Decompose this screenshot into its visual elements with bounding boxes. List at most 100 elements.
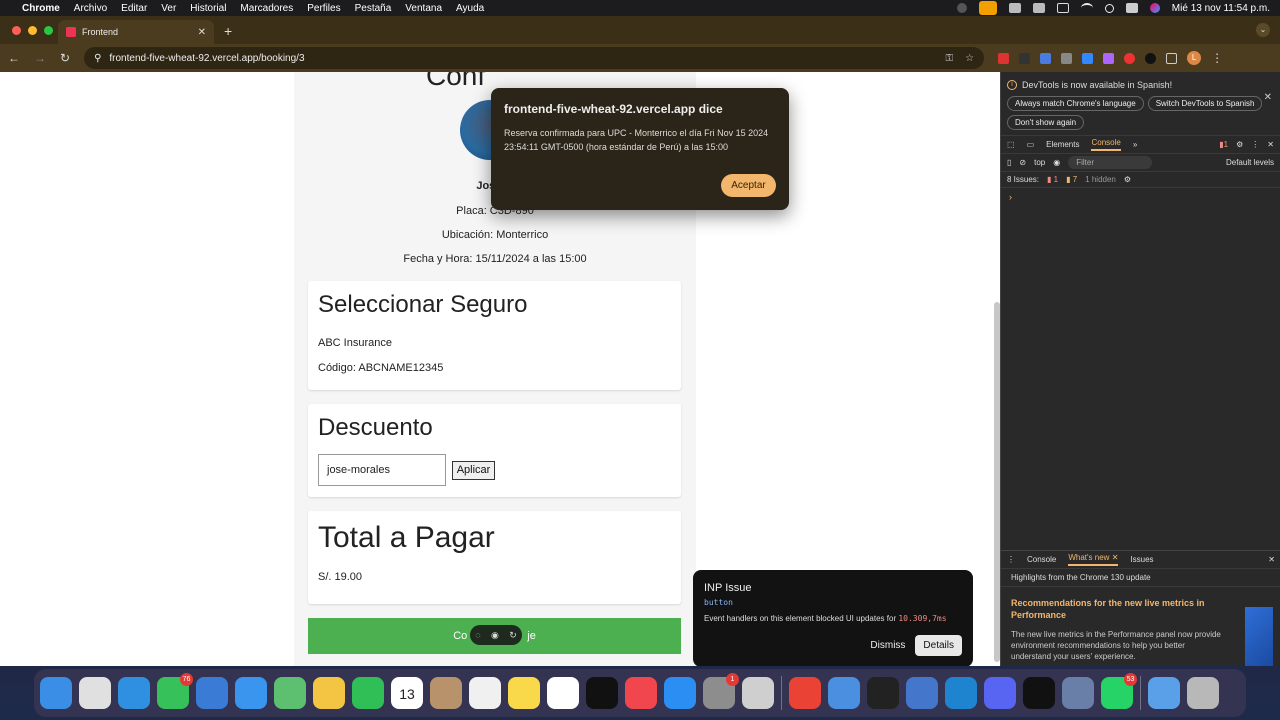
dock-simulator-icon[interactable] [828, 677, 860, 709]
menu-app-name[interactable]: Chrome [22, 3, 60, 14]
forward-icon[interactable]: → [34, 51, 46, 65]
drawer-menu-icon[interactable]: ⋮ [1007, 555, 1015, 564]
menu-extra-icon[interactable] [1008, 3, 1021, 13]
wifi-icon[interactable] [1080, 3, 1093, 13]
dock-music-icon[interactable] [625, 677, 657, 709]
new-tab-icon[interactable]: + [224, 23, 232, 39]
record-status-icon[interactable] [956, 3, 967, 13]
whats-new-heading[interactable]: Recommendations for the new live metrics… [1011, 597, 1211, 621]
close-devtools-icon[interactable]: ✕ [1267, 140, 1274, 149]
battery-icon[interactable] [1056, 3, 1069, 13]
url-text[interactable]: frontend-five-wheat-92.vercel.app/bookin… [109, 53, 304, 64]
drawer-tab-whats-new[interactable]: What's new ✕ [1068, 553, 1119, 566]
dock-freeform-icon[interactable] [547, 677, 579, 709]
devtools-menu-icon[interactable]: ⋮ [1251, 140, 1259, 149]
dock-downloads-folder-icon[interactable] [1148, 677, 1180, 709]
menu-ventana[interactable]: Ventana [405, 3, 442, 14]
drawer-tab-console[interactable]: Console [1027, 555, 1056, 564]
dock-xcode-icon[interactable] [196, 677, 228, 709]
inp-element[interactable]: button [704, 598, 962, 607]
extension-icon[interactable] [1145, 52, 1157, 64]
password-key-icon[interactable]: ⚿ [945, 53, 953, 64]
clear-console-icon[interactable]: ⊘ [1019, 158, 1026, 167]
log-levels-dropdown[interactable]: Default levels [1226, 158, 1274, 167]
reload-icon[interactable]: ↻ [60, 51, 70, 65]
extensions-puzzle-icon[interactable] [1166, 52, 1178, 64]
floating-toolbar[interactable]: ◌ ◉ ↻ [470, 625, 522, 645]
dock-webstorm-icon[interactable] [1023, 677, 1055, 709]
live-expression-icon[interactable]: ◉ [1053, 158, 1060, 167]
menu-ver[interactable]: Ver [161, 3, 176, 14]
menu-perfiles[interactable]: Perfiles [307, 3, 340, 14]
inp-details-button[interactable]: Details [915, 635, 962, 656]
menu-pestana[interactable]: Pestaña [355, 3, 392, 14]
dock-messages-icon[interactable]: 76 [157, 673, 193, 709]
dock-iphone-mirroring-icon[interactable] [742, 677, 774, 709]
issues-warning-count[interactable]: ▮ 7 [1066, 175, 1077, 184]
menu-archivo[interactable]: Archivo [74, 3, 107, 14]
menu-marcadores[interactable]: Marcadores [240, 3, 293, 14]
dock-contacts-icon[interactable] [430, 677, 462, 709]
menu-ayuda[interactable]: Ayuda [456, 3, 484, 14]
dock-vscode-icon[interactable] [945, 677, 977, 709]
dock-maps-icon[interactable] [274, 677, 306, 709]
inp-dismiss-button[interactable]: Dismiss [870, 640, 905, 651]
tab-elements[interactable]: Elements [1046, 140, 1079, 149]
dock-discord-icon[interactable] [984, 677, 1016, 709]
context-selector[interactable]: top [1034, 158, 1045, 167]
close-tab-icon[interactable]: ✕ [198, 27, 206, 38]
dock-whatsapp-icon[interactable]: 53 [1101, 673, 1137, 709]
dialog-accept-button[interactable]: Aceptar [721, 174, 776, 197]
dock-app-store-icon[interactable] [664, 677, 696, 709]
search-icon[interactable] [1104, 3, 1114, 13]
switch-to-spanish-button[interactable]: Switch DevTools to Spanish [1147, 96, 1263, 111]
site-info-icon[interactable]: ⚲ [94, 53, 101, 64]
drawer-tab-issues[interactable]: Issues [1130, 555, 1153, 564]
dock-finder-icon[interactable] [40, 677, 72, 709]
always-match-language-button[interactable]: Always match Chrome's language [1007, 96, 1144, 111]
menu-editar[interactable]: Editar [121, 3, 147, 14]
issues-settings-icon[interactable]: ⚙ [1124, 175, 1131, 184]
dock-mail-icon[interactable] [235, 677, 267, 709]
zoom-window-button[interactable] [44, 26, 53, 35]
tab-console[interactable]: Console [1091, 138, 1121, 151]
menu-historial[interactable]: Historial [190, 3, 226, 14]
tab-search-icon[interactable]: ⌄ [1256, 23, 1270, 37]
insurance-company[interactable]: ABC Insurance [318, 337, 671, 349]
inspect-icon[interactable]: ⬚ [1007, 140, 1015, 149]
issues-error-count[interactable]: ▮ 1 [1047, 175, 1058, 184]
sidebar-toggle-icon[interactable]: ▯ [1007, 158, 1011, 167]
chrome-menu-icon[interactable]: ⋮ [1211, 51, 1223, 65]
device-toggle-icon[interactable]: ▭ [1027, 140, 1035, 149]
dock-photos-icon[interactable] [313, 677, 345, 709]
close-infobar-icon[interactable]: ✕ [1264, 92, 1272, 103]
minimize-window-button[interactable] [28, 26, 37, 35]
settings-icon[interactable]: ⚙ [1236, 140, 1243, 149]
dock-settings-icon[interactable]: 1 [703, 673, 739, 709]
dont-show-again-button[interactable]: Don't show again [1007, 115, 1085, 130]
dock-chrome-icon[interactable] [789, 677, 821, 709]
siri-icon[interactable] [1149, 3, 1160, 13]
extension-icon[interactable] [1082, 52, 1094, 64]
comment-icon[interactable]: ◌ [475, 630, 480, 640]
close-window-button[interactable] [12, 26, 21, 35]
dock-trash-icon[interactable] [1187, 677, 1219, 709]
address-bar[interactable]: ⚲ frontend-five-wheat-92.vercel.app/book… [84, 47, 985, 69]
issues-badge[interactable]: ▮1 [1219, 140, 1228, 149]
extension-icon[interactable] [1103, 52, 1115, 64]
eye-icon[interactable]: ◉ [491, 630, 499, 641]
control-icon[interactable] [1032, 3, 1045, 13]
console-prompt[interactable]: › [1001, 188, 1280, 206]
control-center-icon[interactable] [1125, 3, 1138, 13]
bookmark-star-icon[interactable]: ☆ [965, 53, 974, 64]
extension-icon[interactable] [1019, 52, 1031, 64]
issues-label[interactable]: 8 Issues: [1007, 175, 1039, 184]
more-tabs-icon[interactable]: » [1133, 140, 1137, 149]
console-filter-input[interactable]: Filter [1068, 156, 1153, 169]
apply-discount-button[interactable]: Aplicar [452, 461, 495, 480]
dock-terminal-icon[interactable] [867, 677, 899, 709]
extension-icon[interactable] [1124, 52, 1136, 64]
dock-safari-icon[interactable] [118, 677, 150, 709]
extension-icon[interactable] [1061, 52, 1073, 64]
dock-facetime-icon[interactable] [352, 677, 384, 709]
